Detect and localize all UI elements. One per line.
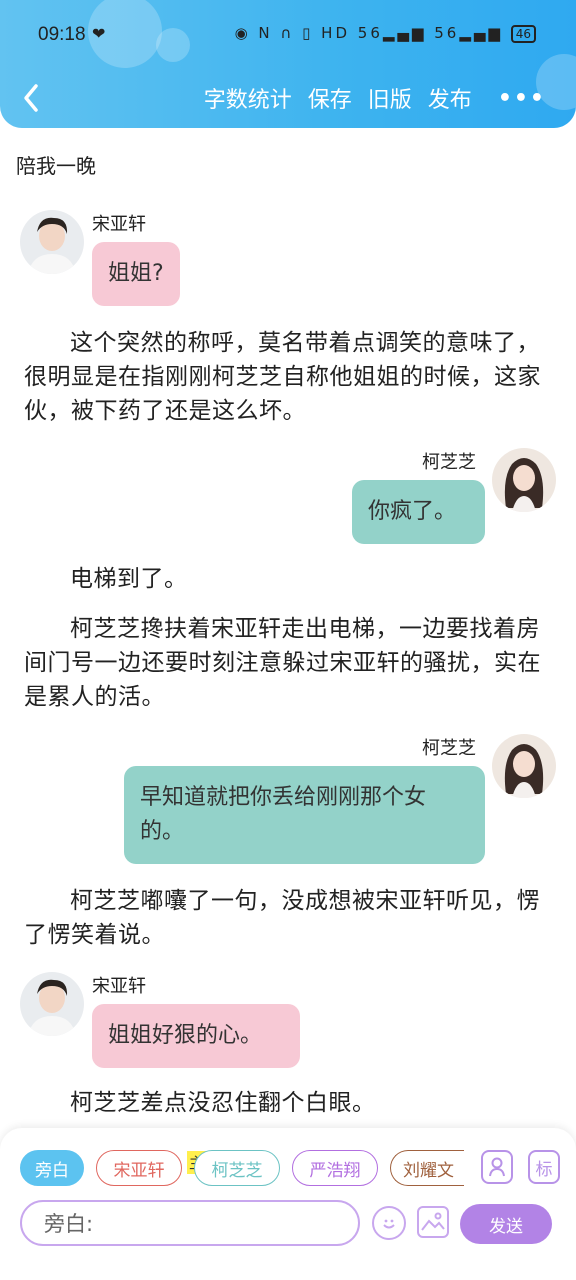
dialogue-text: 你疯了。 xyxy=(368,499,457,524)
chapter-title[interactable]: 陪我一晚 xyxy=(16,150,96,179)
smile-icon xyxy=(383,1219,395,1229)
character-manage-icon[interactable] xyxy=(481,1150,513,1184)
narration-paragraph[interactable]: 电梯到了。 xyxy=(24,562,554,596)
picture-icon xyxy=(421,1212,445,1231)
dialogue-bubble[interactable]: 姐姐好狠的心。 xyxy=(92,1004,300,1068)
avatar-song-yaxuan[interactable] xyxy=(20,972,84,1036)
old-version-button[interactable]: 旧版 xyxy=(368,82,412,114)
role-chip-label: 严浩翔 xyxy=(309,1160,361,1181)
speaker-name: 柯芝芝 xyxy=(422,452,476,473)
dialogue-input[interactable]: 旁白: xyxy=(20,1200,360,1246)
status-bar: 09:18 ❤ ◉ N ∩ ▯ HD 56▂▄▆ 56▂▄▆ 46 xyxy=(0,0,576,70)
heart-shield-icon: ❤ xyxy=(92,24,106,43)
role-chip-yan-haoxiang[interactable]: 严浩翔 xyxy=(292,1150,378,1186)
role-chip-label: 柯芝芝 xyxy=(211,1160,263,1181)
tag-icon-label: 标 xyxy=(535,1159,553,1180)
send-button-label: 发送 xyxy=(489,1216,523,1237)
avatar-ke-zhizhi[interactable] xyxy=(492,734,556,798)
narration-paragraph[interactable]: 柯芝芝嘟囔了一句，没成想被宋亚轩听见，愣了愣笑着说。 xyxy=(24,884,554,952)
role-chip-song-yaxuan[interactable]: 宋亚轩 xyxy=(96,1150,182,1186)
speaker-name: 柯芝芝 xyxy=(422,738,476,759)
role-chip-label: 宋亚轩 xyxy=(113,1160,165,1181)
avatar-song-yaxuan[interactable] xyxy=(20,210,84,274)
image-icon[interactable] xyxy=(417,1206,449,1238)
header-toolbar: 字数统计 保存 旧版 发布 ••• xyxy=(204,82,546,114)
dialogue-bubble[interactable]: 你疯了。 xyxy=(352,480,485,544)
word-count-button[interactable]: 字数统计 xyxy=(204,82,292,114)
send-button[interactable]: 发送 xyxy=(460,1204,552,1244)
tag-icon[interactable]: 标 xyxy=(528,1150,560,1184)
input-placeholder: 旁白: xyxy=(44,1212,94,1236)
speaker-name: 宋亚轩 xyxy=(92,976,146,997)
role-chip-ke-zhizhi[interactable]: 柯芝芝 xyxy=(194,1150,280,1186)
back-button[interactable] xyxy=(18,80,46,116)
dialogue-text: 姐姐好狠的心。 xyxy=(108,1023,263,1048)
speaker-name: 宋亚轩 xyxy=(92,214,146,235)
narration-paragraph[interactable]: 柯芝芝搀扶着宋亚轩走出电梯，一边要找着房间门号一边还要时刻注意躲过宋亚轩的骚扰，… xyxy=(24,612,554,714)
dialogue-text: 姐姐? xyxy=(108,261,164,286)
publish-button[interactable]: 发布 xyxy=(428,82,472,114)
more-icon[interactable]: ••• xyxy=(498,86,546,111)
dialogue-bubble[interactable]: 早知道就把你丢给刚刚那个女的。 xyxy=(124,766,485,864)
role-chip-label: 旁白 xyxy=(35,1160,69,1181)
status-icons-text: ◉ N ∩ ▯ HD 56▂▄▆ 56▂▄▆ xyxy=(234,24,503,42)
avatar-ke-zhizhi[interactable] xyxy=(492,448,556,512)
dialogue-bubble[interactable]: 姐姐? xyxy=(92,242,180,306)
composer-panel: 旁白 宋亚轩 主 柯芝芝 严浩翔 刘耀文 标 旁白: 发送 xyxy=(0,1128,576,1280)
battery-icon: 46 xyxy=(510,25,536,43)
status-time: 09:18 xyxy=(38,24,86,45)
app-header: 09:18 ❤ ◉ N ∩ ▯ HD 56▂▄▆ 56▂▄▆ 46 字数统计 保… xyxy=(0,0,576,128)
chevron-left-icon xyxy=(24,84,38,112)
person-icon xyxy=(489,1157,505,1177)
role-chip-liu-yaowen[interactable]: 刘耀文 xyxy=(390,1150,464,1186)
status-icons: ◉ N ∩ ▯ HD 56▂▄▆ 56▂▄▆ 46 xyxy=(235,24,536,43)
role-chip-label: 刘耀文 xyxy=(403,1160,454,1181)
narration-paragraph[interactable]: 柯芝芝差点没忍住翻个白眼。 xyxy=(24,1086,554,1120)
role-chip-narrator[interactable]: 旁白 xyxy=(20,1150,84,1186)
narration-paragraph[interactable]: 这个突然的称呼，莫名带着点调笑的意味了，很明显是在指刚刚柯芝芝自称他姐姐的时候，… xyxy=(24,326,554,428)
dialogue-text: 早知道就把你丢给刚刚那个女的。 xyxy=(140,785,427,844)
emoji-icon[interactable] xyxy=(372,1206,406,1240)
save-button[interactable]: 保存 xyxy=(308,82,352,114)
